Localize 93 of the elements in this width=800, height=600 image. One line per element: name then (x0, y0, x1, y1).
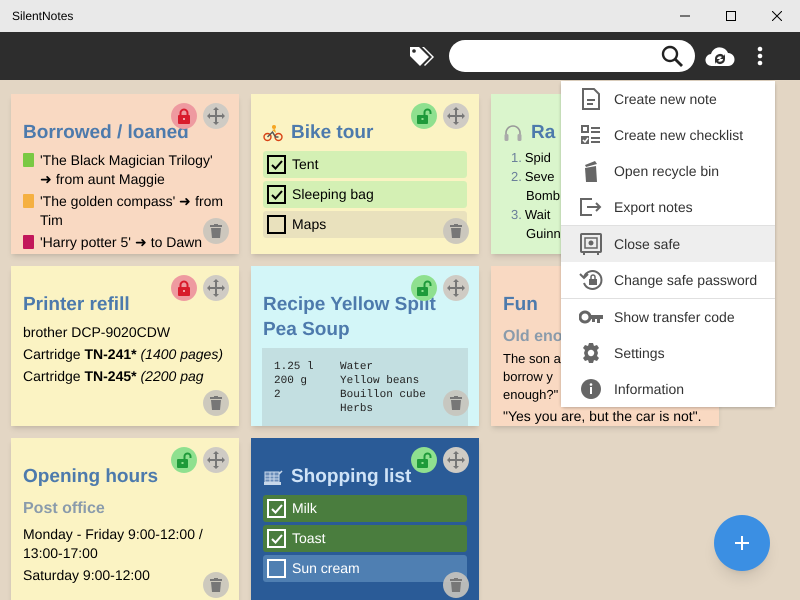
note-text: brother DCP-9020CDW (23, 323, 170, 342)
note-text: 'The Black Magician Trilogy' ➜ from aunt Maggie (40, 151, 214, 189)
note-title: Borrowed / loaned (23, 121, 189, 145)
trash-icon[interactable] (443, 218, 469, 244)
checkmark-icon (270, 504, 282, 514)
plus-icon (735, 536, 749, 550)
settings-icon (581, 343, 601, 363)
note-card[interactable]: Borrowed / loaned 'The Black Magician Trilogy' ➜ from aunt Maggie 'The golden compass' ➜ from Tim 'Harry potter 5' ➜ to Dawn (11, 94, 239, 254)
close-icon (772, 11, 782, 21)
maximize-icon (726, 11, 736, 21)
search-field[interactable] (449, 40, 695, 72)
note-text: 'The golden compass' ➜ from Tim (40, 192, 224, 230)
menu-item[interactable]: Show transfer code (561, 299, 775, 335)
cloud-sync-icon[interactable] (705, 45, 735, 67)
checklist-item[interactable]: Toast (263, 525, 467, 552)
export-icon (580, 198, 602, 216)
list-text: Wait (524, 206, 550, 224)
checked-checkbox[interactable] (267, 155, 286, 174)
trash-icon[interactable] (203, 390, 229, 416)
checklist-item[interactable]: Milk (263, 495, 467, 522)
search-icon[interactable] (661, 45, 683, 67)
lock-icon[interactable] (171, 275, 197, 301)
note-title: Shopping list (291, 465, 412, 489)
cash-register-icon (263, 468, 283, 486)
checklist-icon (581, 125, 601, 145)
checkmark-icon (270, 534, 282, 544)
note-text: enough?" (503, 386, 558, 404)
list-number: 2. (511, 168, 522, 186)
note-card[interactable]: Opening hours Post office Monday - Friday 9:00-12:00 / 13:00-17:00 Saturday 9:00-12:00 (11, 438, 239, 600)
move-icon[interactable] (443, 103, 469, 129)
checkbox[interactable] (267, 215, 286, 234)
note-text: Saturday 9:00-12:00 (23, 566, 150, 585)
checklist-item[interactable]: Tent (263, 151, 467, 178)
note-title: Ra (531, 121, 556, 145)
note-title: Bike tour (291, 121, 374, 145)
note-text: The son a (503, 350, 561, 368)
note-card[interactable]: Bike tour Tent Sleeping bag Maps (251, 94, 479, 254)
note-text: Cartridge TN-241* (1400 pages) (23, 345, 224, 364)
menu-item[interactable]: Change safe password (561, 262, 775, 298)
unlocked-lock-icon[interactable] (171, 447, 197, 473)
note-card[interactable]: Printer refill brother DCP-9020CDW Cartridge TN-241* (1400 pages) Cartridge TN-245* (2200 pag (11, 266, 239, 426)
document-icon (581, 88, 601, 110)
menu-item[interactable]: Information (561, 371, 775, 407)
menu-item[interactable]: Export notes (561, 189, 775, 225)
safe-icon (580, 233, 602, 255)
lock-rotate-icon (579, 269, 603, 291)
list-text: Spid (524, 149, 551, 167)
note-subheading: Post office (23, 499, 105, 518)
recycle-bin-icon (583, 160, 599, 182)
list-text: Bomb (526, 188, 560, 203)
trash-icon[interactable] (203, 218, 229, 244)
trash-icon[interactable] (443, 572, 469, 598)
more-options-icon[interactable] (757, 46, 763, 66)
list-number: 3. (511, 206, 522, 224)
checklist-item[interactable]: Maps (263, 211, 467, 238)
note-title: Fun (503, 293, 538, 317)
checklist-item[interactable]: Sun cream (263, 555, 467, 582)
note-subheading: Old eno (503, 327, 563, 346)
menu-item[interactable]: Open recycle bin (561, 153, 775, 189)
list-text: Seve (524, 168, 554, 186)
note-text: borrow y (503, 368, 553, 386)
move-icon[interactable] (443, 447, 469, 473)
move-icon[interactable] (203, 447, 229, 473)
list-text: Guinn (526, 226, 561, 241)
checkmark-icon (270, 190, 282, 200)
menu-item[interactable]: Close safe (561, 226, 775, 262)
checklist-item[interactable]: Sleeping bag (263, 181, 467, 208)
unlocked-lock-icon[interactable] (411, 103, 437, 129)
trash-icon[interactable] (203, 572, 229, 598)
menu-item[interactable]: Create new checklist (561, 117, 775, 153)
checkmark-icon (270, 160, 282, 170)
info-icon (581, 379, 601, 399)
headphones-icon (503, 124, 523, 142)
note-title: Opening hours (23, 465, 158, 489)
unlocked-lock-icon[interactable] (411, 447, 437, 473)
note-title: Printer refill (23, 293, 130, 317)
menu-item[interactable]: Create new note (561, 81, 775, 117)
cyclist-icon (263, 124, 283, 142)
note-text: Monday - Friday 9:00-12:00 / 13:00-17:00 (23, 525, 204, 563)
move-icon[interactable] (203, 103, 229, 129)
move-icon[interactable] (203, 275, 229, 301)
list-number: 1. (511, 149, 522, 167)
note-text: Cartridge TN-245* (2200 pag (23, 367, 204, 386)
tags-icon[interactable] (409, 45, 435, 67)
move-icon[interactable] (443, 275, 469, 301)
menu-item[interactable]: Settings (561, 335, 775, 371)
note-text: 'Harry potter 5' ➜ to Dawn (40, 233, 202, 252)
note-card[interactable]: Shopping list Milk Toast Sun cream (251, 438, 479, 600)
key-icon (579, 310, 603, 324)
code-block: 1.25 l Water 200 g Yellow beans 2 Bouillon cube Herbs (262, 348, 468, 426)
checked-checkbox[interactable] (267, 185, 286, 204)
window-title: SilentNotes (12, 8, 74, 25)
note-text: "Yes you are, but the car is not". (503, 407, 702, 426)
